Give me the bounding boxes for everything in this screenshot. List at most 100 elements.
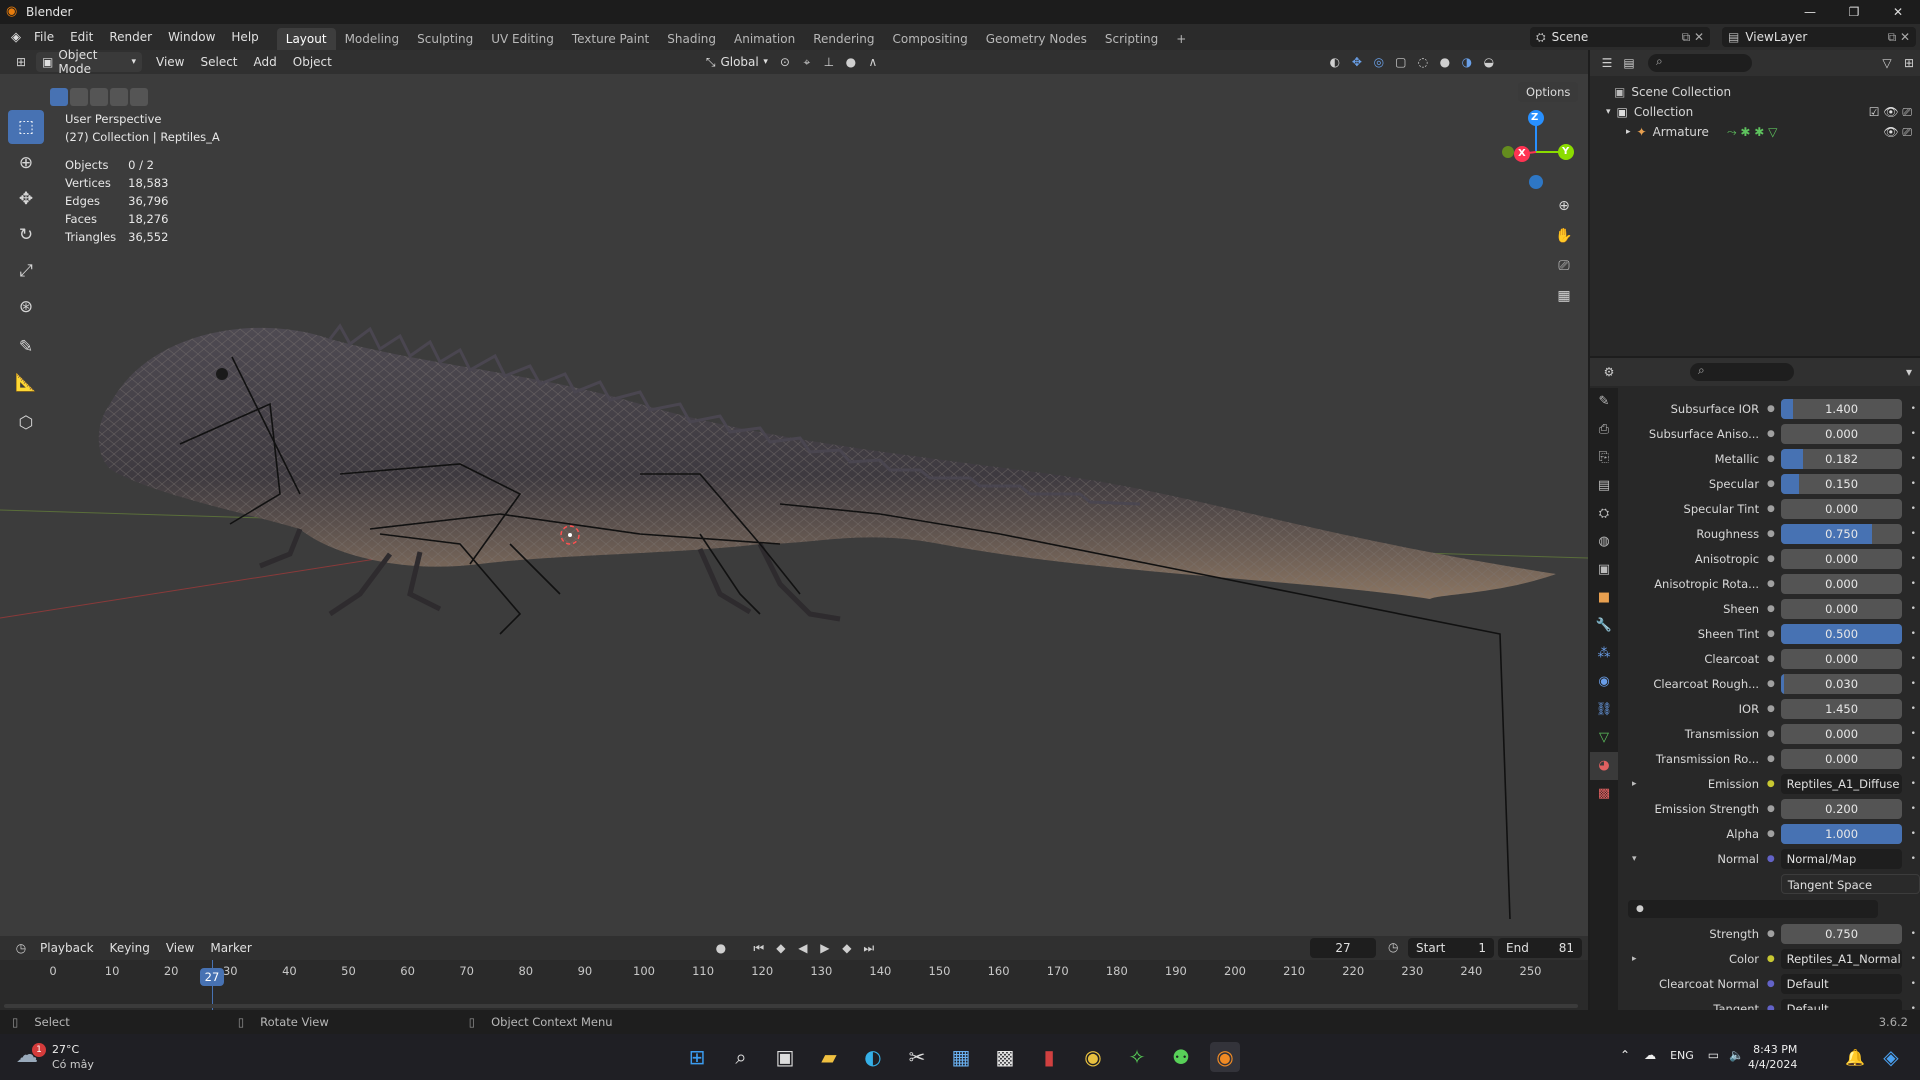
- socket-dot-icon[interactable]: ●: [1765, 504, 1777, 514]
- menu-add[interactable]: Add: [246, 55, 285, 69]
- data-tab-icon[interactable]: ▽: [1590, 724, 1618, 752]
- editor-type-icon[interactable]: ⊞: [10, 52, 32, 72]
- mode-dropdown[interactable]: ▣ Object Mode ▾: [36, 48, 142, 76]
- maximize-button[interactable]: ❐: [1832, 0, 1876, 24]
- socket-dot-icon[interactable]: ●: [1765, 729, 1777, 739]
- store-icon[interactable]: ▦: [946, 1042, 976, 1072]
- tab-scripting[interactable]: Scripting: [1096, 28, 1167, 50]
- play-icon[interactable]: ▶: [814, 938, 836, 958]
- tab-uv-editing[interactable]: UV Editing: [482, 28, 563, 50]
- visibility-icon[interactable]: ◐: [1324, 52, 1346, 72]
- language-indicator[interactable]: ENG: [1670, 1049, 1694, 1062]
- grid-view-icon[interactable]: ▦: [1552, 282, 1576, 310]
- keyframe-dot-icon[interactable]: •: [1906, 679, 1920, 689]
- tab-layout[interactable]: Layout: [276, 28, 336, 50]
- property-slider[interactable]: 0.182: [1780, 448, 1903, 469]
- pan-hand-icon[interactable]: ✋: [1552, 222, 1576, 250]
- start-frame-field[interactable]: Start 1: [1408, 938, 1494, 958]
- menu-edit[interactable]: Edit: [62, 24, 101, 50]
- property-slider[interactable]: 0.000: [1780, 498, 1903, 519]
- app-green-2-icon[interactable]: ⚉: [1166, 1042, 1196, 1072]
- socket-dot-icon[interactable]: ●: [1765, 629, 1777, 639]
- socket-dot-icon[interactable]: ●: [1765, 429, 1777, 439]
- tab-modeling[interactable]: Modeling: [336, 28, 409, 50]
- weather-widget[interactable]: ☁ 1 27°C Có mây: [16, 1042, 94, 1072]
- clock[interactable]: 8:43 PM 4/4/2024: [1748, 1042, 1797, 1072]
- property-link[interactable]: Default: [1780, 973, 1903, 994]
- material-shading-icon[interactable]: ◑: [1456, 52, 1478, 72]
- socket-dot-icon[interactable]: ●: [1765, 829, 1777, 839]
- keyframe-dot-icon[interactable]: •: [1906, 504, 1920, 514]
- transform-orientation-dropdown[interactable]: ⤡ Global ▾: [700, 52, 774, 72]
- collection-row[interactable]: ▾ ▣ Collection ☑ 👁 ⎚: [1606, 102, 1920, 122]
- menu-view[interactable]: View: [148, 55, 192, 69]
- property-slider[interactable]: 0.750: [1780, 523, 1903, 544]
- keyframe-dot-icon[interactable]: •: [1906, 604, 1920, 614]
- texture-tab-icon[interactable]: ▩: [1590, 780, 1618, 808]
- keyframe-dot-icon[interactable]: •: [1906, 404, 1920, 414]
- keyframe-dot-icon[interactable]: •: [1906, 654, 1920, 664]
- expand-icon[interactable]: ▾: [1606, 102, 1611, 122]
- socket-dot-icon[interactable]: ●: [1765, 704, 1777, 714]
- property-slider[interactable]: 0.000: [1780, 423, 1903, 444]
- keyframe-dot-icon[interactable]: •: [1906, 954, 1920, 964]
- socket-dot-icon[interactable]: ●: [1765, 804, 1777, 814]
- property-slider[interactable]: 1.000: [1780, 823, 1903, 844]
- scene-collection-row[interactable]: ▣ Scene Collection: [1614, 82, 1920, 102]
- outliner-editor-icon[interactable]: ☰: [1596, 53, 1618, 73]
- socket-dot-icon[interactable]: ●: [1765, 529, 1777, 539]
- current-frame-field[interactable]: 27: [1310, 938, 1376, 958]
- next-keyframe-icon[interactable]: ◆: [836, 938, 858, 958]
- property-slider[interactable]: 0.500: [1780, 623, 1903, 644]
- overlay-icon[interactable]: ◎: [1368, 52, 1390, 72]
- zoom-icon[interactable]: ⊕: [1552, 192, 1576, 220]
- menu-render[interactable]: Render: [101, 24, 160, 50]
- scene-tab-icon[interactable]: ⛭: [1590, 500, 1618, 528]
- keyframe-dot-icon[interactable]: •: [1906, 854, 1920, 864]
- tab-geometry-nodes[interactable]: Geometry Nodes: [977, 28, 1096, 50]
- keyframe-dot-icon[interactable]: •: [1906, 754, 1920, 764]
- armature-data-icons[interactable]: ⤳ ✱ ✱ ▽: [1727, 122, 1777, 142]
- edge-browser-icon[interactable]: ◐: [858, 1042, 888, 1072]
- gizmo-icon[interactable]: ✥: [1346, 52, 1368, 72]
- task-view-icon[interactable]: ▣: [770, 1042, 800, 1072]
- filter-icon[interactable]: ▽: [1876, 53, 1898, 73]
- uv-map-field[interactable]: ●: [1628, 899, 1878, 918]
- particles-tab-icon[interactable]: ⁂: [1590, 640, 1618, 668]
- select-subtract-icon[interactable]: [90, 88, 108, 106]
- keyframe-dot-icon[interactable]: •: [1906, 629, 1920, 639]
- socket-dot-icon[interactable]: ●: [1765, 554, 1777, 564]
- app-icon[interactable]: ▩: [990, 1042, 1020, 1072]
- transform-icon[interactable]: ⊛: [8, 290, 44, 324]
- scene-copy-icon[interactable]: ⧉ ✕: [1682, 30, 1704, 45]
- solid-shading-icon[interactable]: ●: [1434, 52, 1456, 72]
- network-icon[interactable]: ▭: [1708, 1048, 1719, 1062]
- playhead[interactable]: 27: [200, 968, 224, 986]
- tab-texture-paint[interactable]: Texture Paint: [563, 28, 658, 50]
- expand-icon[interactable]: ▸: [1632, 954, 1637, 964]
- keyframe-dot-icon[interactable]: •: [1906, 579, 1920, 589]
- property-slider[interactable]: 0.000: [1780, 748, 1903, 769]
- timeline-scrollbar[interactable]: [4, 1004, 1578, 1008]
- socket-dot-icon[interactable]: ●: [1765, 854, 1777, 864]
- timeline-editor-icon[interactable]: ◷: [10, 938, 32, 958]
- tab-shading[interactable]: Shading: [658, 28, 725, 50]
- menu-timeline-view[interactable]: View: [158, 941, 202, 955]
- socket-dot-icon[interactable]: ●: [1765, 779, 1777, 789]
- menu-keying[interactable]: Keying: [102, 941, 158, 955]
- menu-marker[interactable]: Marker: [202, 941, 259, 955]
- property-slider[interactable]: 0.000: [1780, 648, 1903, 669]
- snap-target-icon[interactable]: ⊥: [818, 52, 840, 72]
- app-green-icon[interactable]: ✧: [1122, 1042, 1152, 1072]
- keyframe-dot-icon[interactable]: •: [1906, 429, 1920, 439]
- socket-dot-icon[interactable]: ●: [1765, 679, 1777, 689]
- jump-end-icon[interactable]: ⏭: [858, 938, 880, 958]
- chevron-down-icon[interactable]: ▾: [1898, 362, 1920, 382]
- view-layer-tab-icon[interactable]: ▤: [1590, 472, 1618, 500]
- copilot-icon[interactable]: ◈: [1876, 1042, 1906, 1072]
- file-explorer-icon[interactable]: ▰: [814, 1042, 844, 1072]
- scene-selector[interactable]: ⛭ Scene ⧉ ✕: [1530, 27, 1710, 47]
- world-tab-icon[interactable]: ◍: [1590, 528, 1618, 556]
- socket-dot-icon[interactable]: ●: [1765, 579, 1777, 589]
- search-icon[interactable]: ⌕: [726, 1042, 756, 1072]
